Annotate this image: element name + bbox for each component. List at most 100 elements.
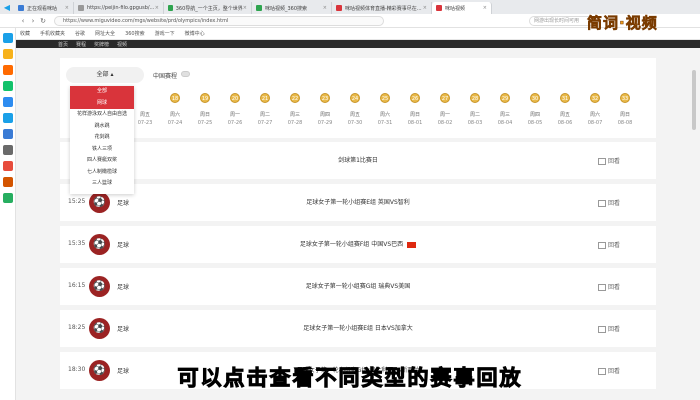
event-title: 足球女子第一轮小组赛E组 日本VS加拿大 — [60, 323, 656, 332]
bookmark-link[interactable]: 谷歌 — [75, 30, 85, 37]
video-caption: 可以点击查看不同类型的赛事回放 — [177, 366, 523, 391]
sport-select[interactable]: 全部 ▴ — [66, 67, 144, 83]
dock-app-icon[interactable] — [2, 81, 13, 91]
refresh-icon[interactable]: ↻ — [38, 17, 48, 25]
bookmark-link[interactable]: 收藏 — [20, 30, 30, 37]
date-day: 07-26 — [227, 120, 243, 126]
medal-day-badge: 33 — [620, 93, 630, 103]
tab-close-icon[interactable]: × — [155, 5, 159, 11]
sport-option[interactable]: 花剑跳 — [70, 132, 134, 144]
tab-close-icon[interactable]: × — [423, 5, 427, 11]
event-title: 足球女子第一轮小组赛G组 瑞典VS美国 — [60, 281, 656, 290]
browser-tab[interactable]: 咪咕视频体育直播-精彩赛事尽在... × — [332, 2, 432, 14]
site-nav-item[interactable]: 赛程 — [76, 41, 86, 48]
tab-favicon-icon — [78, 5, 84, 11]
date-item[interactable]: 19 周日 07-25 — [190, 93, 220, 128]
tab-close-icon[interactable]: × — [483, 5, 487, 11]
dock-app-icon[interactable] — [2, 193, 13, 203]
replay-button[interactable]: 回看 — [598, 282, 620, 291]
replay-button[interactable]: 回看 — [598, 240, 620, 249]
sport-option[interactable]: 四人赛艇双桨 — [70, 155, 134, 167]
event-row[interactable]: 剑球第1比赛日 回看 — [60, 142, 656, 179]
dock-app-icon[interactable] — [2, 177, 13, 187]
date-item[interactable]: 33 周日 08-08 — [610, 93, 640, 128]
date-item[interactable]: 28 周二 08-03 — [460, 93, 490, 128]
date-item[interactable]: 30 周四 08-05 — [520, 93, 550, 128]
date-item[interactable]: 周五 07-23 — [130, 96, 160, 128]
tab-favicon-icon — [336, 5, 342, 11]
url-input[interactable]: https://www.miguvideo.com/mgs/website/pr… — [54, 15, 384, 26]
date-item[interactable]: 20 周一 07-26 — [220, 93, 250, 128]
dock-app-icon[interactable] — [2, 113, 13, 123]
dock-app-icon[interactable] — [2, 65, 13, 75]
tab-close-icon[interactable]: × — [65, 5, 69, 11]
medal-day-badge: 27 — [440, 93, 450, 103]
replay-button[interactable]: 回看 — [598, 324, 620, 333]
date-weekday: 周日 — [619, 112, 630, 118]
event-title-text: 足球女子第一轮小组赛E组 英国VS智利 — [306, 199, 410, 206]
sport-option[interactable]: 七人制橄榄球 — [70, 167, 134, 179]
forward-icon[interactable]: › — [28, 17, 38, 25]
event-row[interactable]: 16:15 ⚽ 足球 足球女子第一轮小组赛G组 瑞典VS美国 回看 — [60, 268, 656, 305]
china-schedule-toggle[interactable] — [181, 71, 190, 77]
dock-app-icon[interactable] — [2, 161, 13, 171]
event-row[interactable]: 18:25 ⚽ 足球 足球女子第一轮小组赛E组 日本VS加拿大 回看 — [60, 310, 656, 347]
tab-close-icon[interactable]: × — [323, 5, 327, 11]
back-icon[interactable]: ‹ — [18, 17, 28, 25]
tab-favicon-icon — [168, 5, 173, 11]
date-item[interactable]: 27 周一 08-02 — [430, 93, 460, 128]
browser-logo-icon[interactable]: ◀ — [0, 0, 14, 14]
dock-app-icon[interactable] — [2, 129, 13, 139]
event-row[interactable]: 15:25 ⚽ 足球 足球女子第一轮小组赛E组 英国VS智利 回看 — [60, 184, 656, 221]
date-item[interactable]: 21 周二 07-27 — [250, 93, 280, 128]
dock-app-icon[interactable] — [2, 145, 13, 155]
bookmark-link[interactable]: 手机收藏夹 — [40, 30, 65, 37]
bookmark-link[interactable]: 360搜索 — [125, 30, 145, 37]
browser-tab[interactable]: 咪咕视频 × — [432, 2, 492, 14]
date-weekday: 周四 — [529, 112, 540, 118]
tab-close-icon[interactable]: × — [243, 5, 247, 11]
dock-app-icon[interactable] — [2, 97, 13, 107]
replay-button[interactable]: 回看 — [598, 198, 620, 207]
date-item[interactable]: 18 周六 07-24 — [160, 93, 190, 128]
site-nav-item[interactable]: 首页 — [58, 41, 68, 48]
sport-option[interactable]: 全部 — [70, 86, 134, 98]
date-item[interactable]: 22 周三 07-28 — [280, 93, 310, 128]
date-item[interactable]: 25 周六 07-31 — [370, 93, 400, 128]
sport-option[interactable]: 三人篮球 — [70, 178, 134, 190]
sport-option[interactable]: 铁人三项 — [70, 144, 134, 156]
date-weekday: 周六 — [169, 112, 180, 118]
bookmark-link[interactable]: 微博中心 — [185, 30, 205, 37]
medal-day-badge: 26 — [410, 93, 420, 103]
date-item[interactable]: 24 周五 07-30 — [340, 93, 370, 128]
date-item[interactable]: 29 周三 08-04 — [490, 93, 520, 128]
event-title-text: 足球女子第一轮小组赛F组 中国VS巴西 — [299, 241, 404, 248]
browser-tab[interactable]: https://peijin-filo.gpgusb/... × — [74, 2, 164, 14]
bookmark-link[interactable]: 网址大全 — [95, 30, 115, 37]
bookmark-link[interactable]: 游戏一下 — [155, 30, 175, 37]
date-weekday: 周三 — [499, 112, 510, 118]
date-item[interactable]: 32 周六 08-07 — [580, 93, 610, 128]
site-nav-item[interactable]: 视频 — [117, 41, 127, 48]
medal-day-badge: 19 — [200, 93, 210, 103]
dock-app-icon[interactable] — [2, 33, 13, 43]
browser-tab[interactable]: 正在观看咪咕 × — [14, 2, 74, 14]
sport-option[interactable]: 网球 — [70, 97, 134, 109]
date-day: 07-31 — [377, 120, 393, 126]
event-row[interactable]: 15:35 ⚽ 足球 足球女子第一轮小组赛F组 中国VS巴西 回看 — [60, 226, 656, 263]
date-item[interactable]: 26 周日 08-01 — [400, 93, 430, 128]
sport-option[interactable]: 跳水跳 — [70, 121, 134, 133]
date-item[interactable]: 23 周四 07-29 — [310, 93, 340, 128]
tab-favicon-icon — [436, 5, 442, 11]
browser-tab[interactable]: 360导航_一个主页，整个世界 × — [164, 2, 252, 14]
sport-option[interactable]: 花样游泳双人自由自选 — [70, 109, 134, 121]
browser-tab[interactable]: 咪咕视频_360搜索 × — [252, 2, 332, 14]
date-item[interactable]: 31 周五 08-06 — [550, 93, 580, 128]
dock-app-icon[interactable] — [2, 49, 13, 59]
date-weekday: 周五 — [139, 112, 150, 118]
site-nav-item[interactable]: 奖牌榜 — [94, 41, 109, 48]
tab-label: 咪咕视频体育直播-精彩赛事尽在... — [345, 5, 422, 12]
scrollbar-thumb[interactable] — [692, 70, 696, 130]
replay-button[interactable]: 回看 — [598, 156, 620, 165]
medal-day-badge: 24 — [350, 93, 360, 103]
